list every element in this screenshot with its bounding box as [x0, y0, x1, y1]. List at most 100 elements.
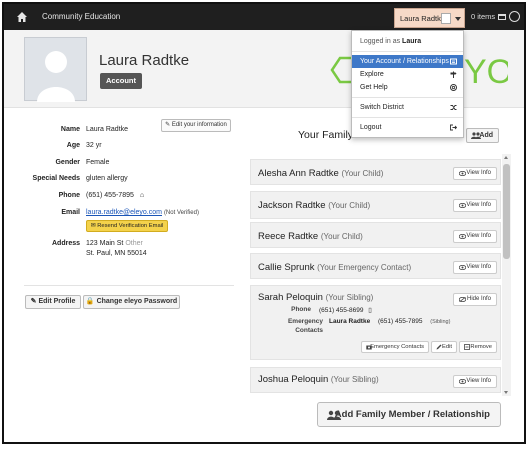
edit-member-button[interactable]: Edit	[431, 341, 457, 353]
question-icon[interactable]	[509, 11, 520, 22]
emergency-contacts-button[interactable]: Emergency Contacts	[361, 341, 429, 353]
member-relation: (Your Emergency Contact)	[317, 263, 412, 272]
pencil-icon	[436, 344, 442, 350]
top-nav: Community Education Laura Radtke 0 items	[4, 4, 524, 30]
menu-divider	[352, 51, 463, 52]
address-label: Address	[51, 240, 80, 247]
family-member-card: Jackson Radtke (Your Child) View Info	[250, 191, 501, 219]
envelope-icon: ✉	[90, 223, 96, 229]
member-name-text: Reece Radtke	[258, 231, 319, 242]
pencil-icon: ✎	[165, 122, 171, 128]
menu-divider	[352, 117, 463, 118]
emergency-contact-relation: (Sibling)	[430, 319, 451, 325]
id-card-icon	[450, 58, 457, 65]
basket-icon	[498, 14, 507, 20]
member-name: Sarah Peloquin (Your Sibling)	[258, 292, 373, 303]
scroll-up-arrow-icon[interactable]	[504, 156, 508, 159]
remove-member-label: Remove	[470, 344, 492, 350]
change-password-button[interactable]: 🔒 Change eleyo Password	[83, 295, 180, 309]
member-relation: (Your Sibling)	[325, 293, 374, 302]
resend-verification-label: Resend Verification Email	[97, 223, 164, 229]
menu-item-explore[interactable]: Explore	[352, 68, 463, 81]
view-info-button[interactable]: View Info	[453, 375, 497, 388]
hide-info-button[interactable]: Hide Info	[453, 293, 497, 306]
scroll-down-arrow-icon[interactable]	[504, 391, 508, 394]
user-menu-label: Laura Radtke	[400, 14, 446, 23]
shuffle-icon	[450, 105, 457, 110]
member-name-text: Sarah Peloquin	[258, 292, 323, 303]
family-list-scrollbar[interactable]	[502, 154, 511, 396]
edit-information-button[interactable]: ✎ Edit your information	[161, 119, 231, 132]
user-menu-button[interactable]: Laura Radtke	[394, 8, 465, 28]
member-phone-label: Phone	[291, 306, 311, 313]
svg-text:YO: YO	[464, 53, 508, 91]
lifebuoy-icon	[450, 84, 457, 91]
member-relation: (Your Child)	[341, 169, 384, 178]
section-divider	[24, 285, 234, 286]
logged-in-as: Logged in as Laura	[360, 38, 421, 45]
family-member-card: Reece Radtke (Your Child) View Info	[250, 222, 501, 248]
family-member-card-expanded: Sarah Peloquin (Your Sibling) Hide Info …	[250, 285, 501, 360]
menu-item-account[interactable]: Your Account / Relationships	[352, 55, 463, 68]
emergency-contacts-label: Emergency Contacts	[370, 344, 424, 350]
scrollbar-thumb[interactable]	[503, 164, 510, 259]
users-icon	[471, 132, 481, 139]
lock-icon: 🔒	[85, 298, 95, 305]
resend-verification-button[interactable]: ✉ Resend Verification Email	[86, 220, 168, 232]
view-info-button[interactable]: View Info	[453, 199, 497, 212]
email-status: (Not Verified)	[163, 210, 199, 216]
member-name: Jackson Radtke (Your Child)	[258, 200, 370, 211]
cart-button[interactable]: 0 items	[471, 12, 507, 21]
family-list[interactable]: Alesha Ann Radtke (Your Child) View Info…	[249, 154, 512, 396]
add-family-member-button[interactable]: Add Family Member / Relationship	[317, 402, 501, 427]
avatar	[24, 37, 87, 102]
menu-item-label: Get Help	[360, 84, 388, 91]
view-info-label: View Info	[466, 170, 491, 176]
profile-name: Laura Radtke	[99, 52, 190, 69]
add-family-button[interactable]: Add	[466, 128, 499, 143]
view-info-button[interactable]: View Info	[453, 230, 497, 243]
eye-slash-icon	[459, 297, 466, 302]
member-name-text: Callie Sprunk	[258, 262, 315, 273]
member-name: Alesha Ann Radtke (Your Child)	[258, 168, 383, 179]
address-line-2: St. Paul, MN 55014	[86, 250, 147, 257]
gender-label: Gender	[55, 159, 80, 166]
remove-member-button[interactable]: Remove	[459, 341, 497, 353]
hide-info-label: Hide Info	[466, 296, 491, 302]
menu-item-logout[interactable]: Logout	[352, 121, 463, 134]
mobile-phone-icon: ▯	[368, 307, 372, 314]
family-member-card: Callie Sprunk (Your Emergency Contact) V…	[250, 253, 501, 279]
menu-item-switch-district[interactable]: Switch District	[352, 101, 463, 114]
edit-icon: ✎	[30, 298, 37, 305]
change-password-label: Change eleyo Password	[96, 298, 178, 305]
view-info-button[interactable]: View Info	[453, 167, 497, 180]
view-info-button[interactable]: View Info	[453, 261, 497, 274]
edit-profile-button[interactable]: ✎ Edit Profile	[25, 295, 81, 309]
menu-item-label: Your Account / Relationships	[360, 58, 449, 65]
special-needs-value: gluten allergy	[86, 175, 128, 182]
brand-title[interactable]: Community Education	[42, 12, 120, 21]
emergency-contact-row: Laura Radtke (651) 455-7895 (Sibling)	[329, 318, 450, 325]
menu-item-get-help[interactable]: Get Help	[352, 81, 463, 94]
mini-avatar	[441, 13, 451, 24]
email-link[interactable]: laura.radtke@eleyo.com	[86, 209, 162, 216]
member-phone-number: (651) 455-8699	[319, 307, 364, 314]
view-info-label: View Info	[466, 202, 491, 208]
user-dropdown-menu: Logged in as Laura Your Account / Relati…	[351, 30, 464, 138]
member-name: Joshua Peloquin (Your Sibling)	[258, 374, 379, 385]
phone-label: Phone	[58, 192, 80, 199]
menu-divider	[352, 97, 463, 98]
home-icon[interactable]	[16, 11, 28, 23]
account-badge: Account	[100, 73, 142, 89]
caret-down-icon	[455, 17, 461, 21]
age-value: 32 yr	[86, 142, 102, 149]
address-tag: Other	[125, 240, 143, 247]
address-line-1: 123 Main St Other	[86, 240, 143, 247]
age-label: Age	[66, 142, 80, 149]
special-needs-label: Special Needs	[32, 175, 80, 182]
member-relation: (Your Child)	[320, 232, 363, 241]
home-phone-icon: ⌂	[139, 192, 145, 199]
person-silhouette-icon	[37, 51, 75, 102]
address-street: 123 Main St	[86, 240, 124, 247]
member-name: Reece Radtke (Your Child)	[258, 231, 363, 242]
